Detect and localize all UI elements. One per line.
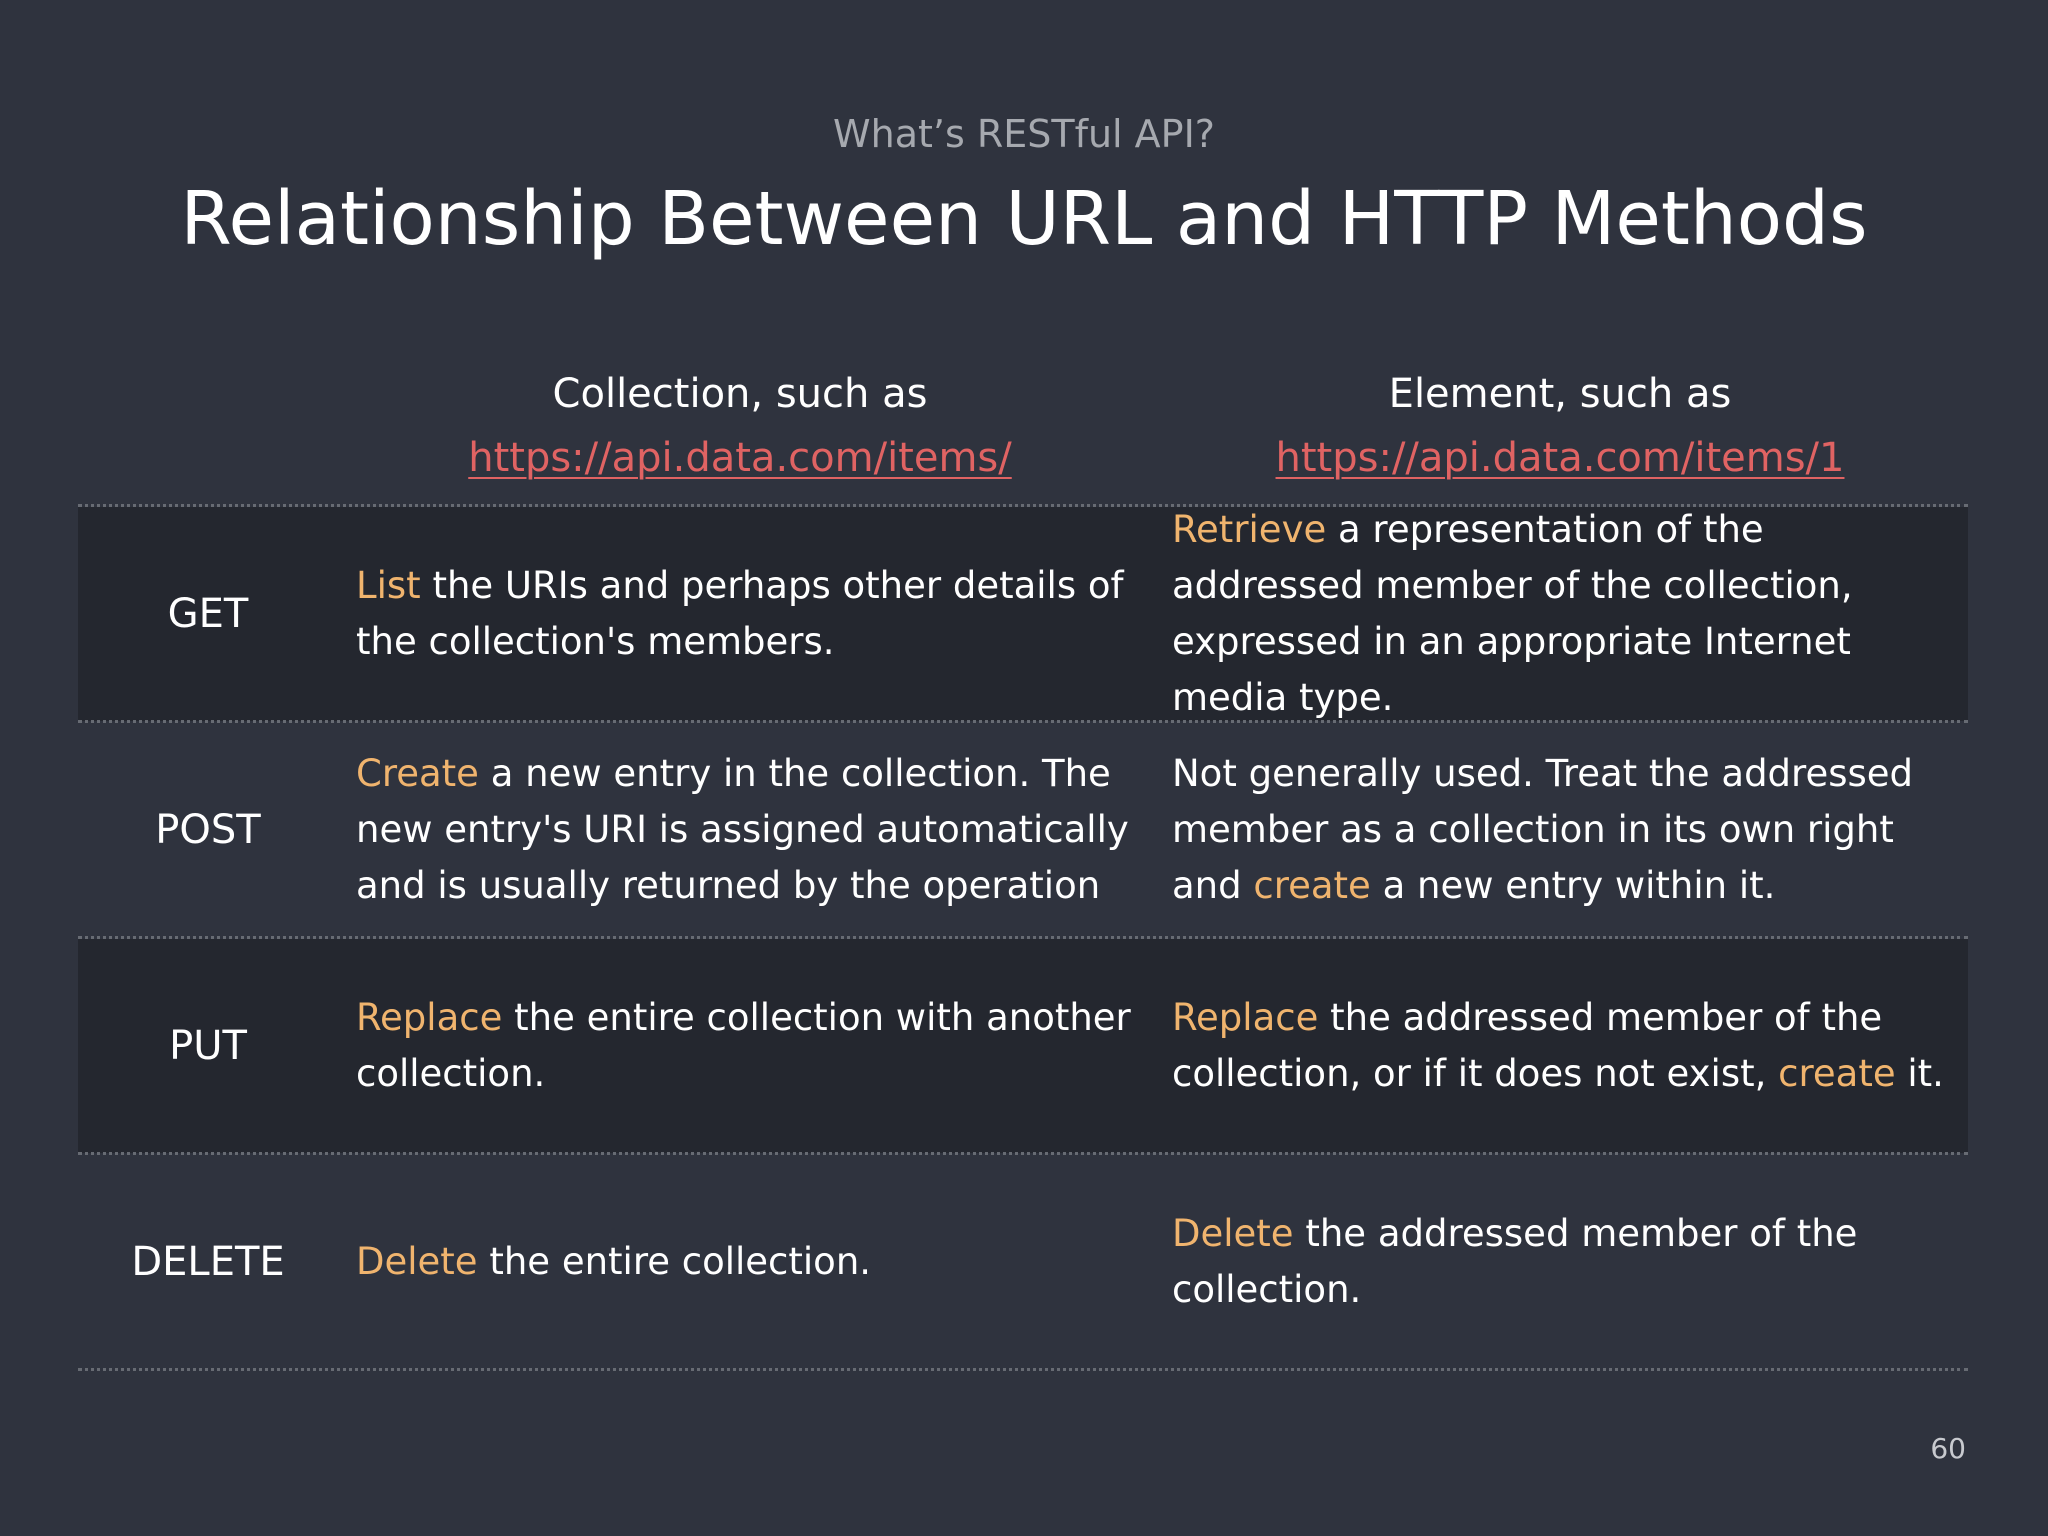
keyword: Replace (1172, 996, 1319, 1039)
cell-text: the entire collection. (477, 1240, 872, 1283)
collection-cell: Replace the entire collection with anoth… (356, 939, 1156, 1153)
collection-cell: List the URIs and perhaps other details … (356, 507, 1156, 721)
keyword: create (1253, 864, 1371, 907)
column-header-collection: Collection, such as https://api.data.com… (330, 362, 1150, 490)
method-label: DELETE (131, 1239, 285, 1285)
method-label: PUT (169, 1023, 247, 1069)
keyword: create (1778, 1052, 1896, 1095)
method-label: GET (167, 591, 249, 637)
collection-cell: Delete the entire collection. (356, 1155, 1156, 1369)
page-number: 60 (1930, 1432, 1966, 1465)
collection-url-link[interactable]: https://api.data.com/items/ (330, 426, 1150, 490)
element-url-link[interactable]: https://api.data.com/items/1 (1150, 426, 1970, 490)
row-divider (78, 1368, 1968, 1371)
keyword: List (356, 564, 421, 607)
element-cell: Not generally used. Treat the addressed … (1172, 723, 1962, 937)
table-row-post: POST Create a new entry in the collectio… (78, 723, 1968, 937)
cell-text: it. (1895, 1052, 1944, 1095)
keyword: Delete (1172, 1212, 1294, 1255)
method-label: POST (155, 807, 261, 853)
keyword: Retrieve (1172, 508, 1327, 551)
cell-text: the URIs and perhaps other details of th… (356, 564, 1124, 663)
column-header-element: Element, such as https://api.data.com/it… (1150, 362, 1970, 490)
slide-title: Relationship Between URL and HTTP Method… (180, 176, 1868, 262)
keyword: Delete (356, 1240, 478, 1283)
element-cell: Delete the addressed member of the colle… (1172, 1155, 1962, 1369)
element-cell: Replace the addressed member of the coll… (1172, 939, 1962, 1153)
table-row-delete: DELETE Delete the entire collection. Del… (78, 1155, 1968, 1369)
table-row-put: PUT Replace the entire collection with a… (78, 939, 1968, 1153)
element-cell: Retrieve a representation of the address… (1172, 507, 1962, 721)
slide-subtitle: What’s RESTful API? (833, 112, 1215, 156)
keyword: Replace (356, 996, 503, 1039)
column-header-label: Element, such as (1388, 371, 1732, 417)
keyword: Create (356, 752, 479, 795)
collection-cell: Create a new entry in the collection. Th… (356, 723, 1156, 937)
table-row-get: GET List the URIs and perhaps other deta… (78, 507, 1968, 721)
cell-text: a new entry within it. (1370, 864, 1776, 907)
column-header-label: Collection, such as (552, 371, 928, 417)
